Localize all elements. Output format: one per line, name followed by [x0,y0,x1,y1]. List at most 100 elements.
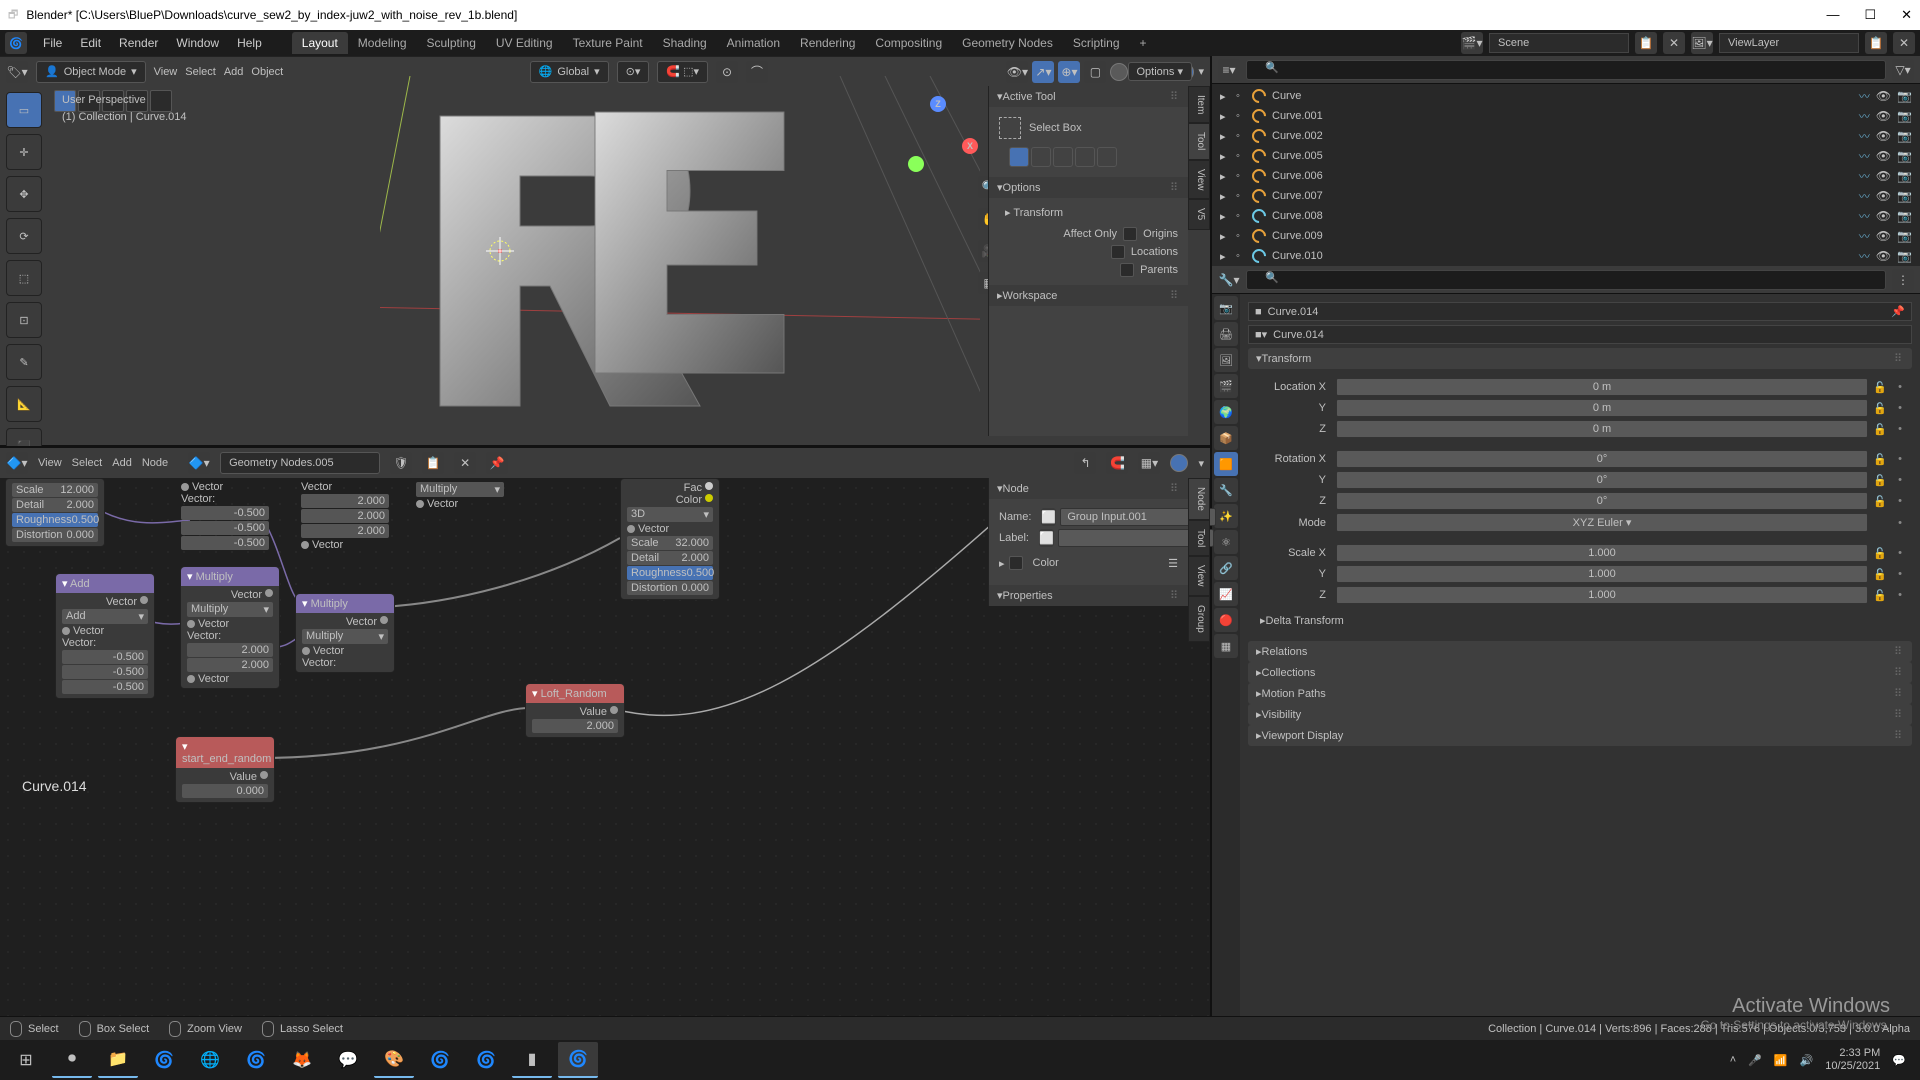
tool-annotate[interactable]: ✎ [6,344,42,380]
tab-constraints[interactable]: 🔗 [1214,556,1238,580]
motion-header[interactable]: Motion Paths [1262,688,1326,700]
locations-checkbox[interactable] [1111,245,1125,259]
task-blender-active[interactable]: 🌀 [558,1042,598,1078]
viewport-display-header[interactable]: Viewport Display [1262,730,1344,742]
rot-mode-field[interactable]: XYZ Euler ▾ [1336,513,1868,532]
workspace-animation[interactable]: Animation [717,32,790,54]
visibility-dropdown[interactable]: 👁▾ [1006,61,1028,83]
task-blender-4[interactable]: 🌀 [466,1042,506,1078]
outliner-type-button[interactable]: ≡▾ [1218,59,1240,81]
tab-collection[interactable]: 📦 [1214,426,1238,450]
selmode-new[interactable] [1009,147,1029,167]
task-blender-1[interactable]: 🌀 [144,1042,184,1078]
xray-button[interactable]: ▢ [1084,61,1106,83]
node-panel-header[interactable]: Node [1003,483,1029,495]
task-blender-3[interactable]: 🌀 [420,1042,460,1078]
viewlayer-new-button[interactable]: 📋 [1865,32,1887,54]
menu-help[interactable]: Help [229,33,270,53]
nodetree-pin[interactable]: 🛡 [390,452,412,474]
tab-particles[interactable]: ✨ [1214,504,1238,528]
outliner-item[interactable]: ▸◦Curve.001〰👁📷 [1216,106,1916,126]
mode-dropdown[interactable]: 👤Object Mode▾ [36,61,146,83]
ne-menu-add[interactable]: Add [112,457,132,469]
rot-z-field[interactable]: 0° [1336,492,1868,510]
node-color-checkbox[interactable] [1009,556,1023,570]
menu-edit[interactable]: Edit [72,33,109,53]
tray-wifi-icon[interactable]: 📶 [1774,1054,1788,1067]
minimize-button[interactable]: — [1826,7,1839,23]
node-multiply-2[interactable]: ▾ Multiply Vector Multiply▾ Vector Vecto… [295,593,395,673]
outliner-item[interactable]: ▸◦Curve.007〰👁📷 [1216,186,1916,206]
selmode-extend[interactable] [1031,147,1051,167]
scene-name-field[interactable] [1489,33,1629,53]
task-obs[interactable]: ⏺ [52,1042,92,1078]
node-noise-tex-2[interactable]: Fac Color 3D▾ Vector Scale32.000 Detail2… [620,478,720,600]
workspace-rendering[interactable]: Rendering [790,32,865,54]
workspace-texturepaint[interactable]: Texture Paint [563,32,653,54]
overlay-toggle[interactable]: ⊕▾ [1058,61,1080,83]
selmode-subtract[interactable] [1053,147,1073,167]
outliner-search[interactable]: 🔍 [1246,60,1886,80]
ne-vtab-node[interactable]: Node [1188,478,1210,520]
tab-world[interactable]: 🌍 [1214,400,1238,424]
outliner-item[interactable]: ▸◦Curve.009〰👁📷 [1216,226,1916,246]
visibility-header[interactable]: Visibility [1262,709,1302,721]
tab-physics[interactable]: ⚛ [1214,530,1238,554]
workspace-geometrynodes[interactable]: Geometry Nodes [952,32,1063,54]
tray-notifications-icon[interactable]: 💬 [1892,1054,1906,1067]
scl-x-field[interactable]: 1.000 [1336,544,1868,562]
close-button[interactable]: ✕ [1901,7,1912,23]
workspace-compositing[interactable]: Compositing [865,32,952,54]
scl-z-field[interactable]: 1.000 [1336,586,1868,604]
viewlayer-browse-icon[interactable]: 🖼▾ [1691,32,1713,54]
task-gimp[interactable]: 🦊 [282,1042,322,1078]
workspace-shading[interactable]: Shading [653,32,717,54]
transform-sub[interactable]: Transform [1013,207,1063,219]
workspace-scripting[interactable]: Scripting [1063,32,1130,54]
outliner-item[interactable]: ▸◦Curve〰👁📷 [1216,86,1916,106]
rot-x-field[interactable]: 0° [1336,450,1868,468]
delta-transform-header[interactable]: Delta Transform [1266,615,1344,627]
viewlayer-name-field[interactable] [1719,33,1859,53]
outliner-item[interactable]: ▸◦Curve.008〰👁📷 [1216,206,1916,226]
tab-modifiers[interactable]: 🔧 [1214,478,1238,502]
node-props-header[interactable]: Properties [1003,590,1053,602]
menu-file[interactable]: File [35,33,70,53]
vtab-tool[interactable]: Tool [1188,123,1210,159]
options-popover[interactable]: Options ▾ [1128,62,1193,81]
node-add[interactable]: ▾ Add Vector Add▾ Vector Vector: -0.500 … [55,573,155,699]
task-blender-2[interactable]: 🌀 [236,1042,276,1078]
workspace-layout[interactable]: Layout [292,32,348,54]
node-multiply-1[interactable]: ▾ Multiply Vector Multiply▾ Vector Vecto… [180,566,280,689]
tool-measure[interactable]: 📐 [6,386,42,422]
viewport-3d[interactable]: 🏷▾ 👤Object Mode▾ View Select Add Object … [0,56,1210,446]
node-scal-col[interactable]: Vector 2.000 2.000 2.000 Vector [295,478,395,554]
node-loft-random[interactable]: ▾ Loft_Random Value 2.000 [525,683,625,738]
task-explorer[interactable]: 📁 [98,1042,138,1078]
ne-menu-view[interactable]: View [38,457,62,469]
tab-data[interactable]: 📈 [1214,582,1238,606]
relations-header[interactable]: Relations [1262,646,1308,658]
tray-volume-icon[interactable]: 🔊 [1800,1054,1814,1067]
ne-vtab-tool[interactable]: Tool [1188,520,1210,556]
tool-scale[interactable]: ⬚ [6,260,42,296]
gizmo-toggle[interactable]: ↗▾ [1032,61,1054,83]
menu-window[interactable]: Window [168,33,227,53]
scene-new-button[interactable]: 📋 [1635,32,1657,54]
workspace-sculpting[interactable]: Sculpting [417,32,486,54]
start-button[interactable]: ⊞ [6,1042,46,1078]
ne-overlay[interactable]: ▦▾ [1138,452,1160,474]
tray-chevron-icon[interactable]: ˄ [1730,1054,1736,1066]
tab-object[interactable]: 🟧 [1214,452,1238,476]
ne-parent[interactable]: ↰ [1074,452,1096,474]
node-noise-tex-1[interactable]: Scale12.000 Detail2.000 Roughness0.500 D… [5,478,105,547]
props-data-name[interactable] [1273,329,1905,341]
blender-logo-icon[interactable]: 🌀 [5,32,27,54]
ne-menu-node[interactable]: Node [142,457,168,469]
tool-select-box[interactable]: ▭ [6,92,42,128]
props-options[interactable]: ⋮ [1892,269,1914,291]
transform-panel-header[interactable]: Transform [1262,353,1312,365]
ne-menu-select[interactable]: Select [72,457,103,469]
outliner-item[interactable]: ▸◦Curve.010〰👁📷 [1216,246,1916,266]
tab-viewlayer[interactable]: 🖼 [1214,348,1238,372]
